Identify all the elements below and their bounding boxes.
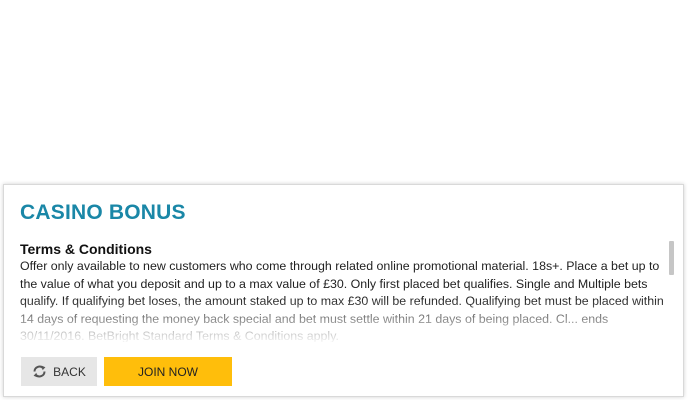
- terms-scrollbar[interactable]: [669, 241, 674, 338]
- casino-bonus-panel: CASINO BONUS Terms & Conditions Offer on…: [3, 184, 684, 397]
- back-button-label: BACK: [53, 364, 86, 379]
- back-button[interactable]: BACK: [21, 357, 97, 386]
- scrollbar-thumb[interactable]: [669, 241, 674, 275]
- terms-heading: Terms & Conditions: [20, 241, 152, 257]
- join-now-button[interactable]: JOIN NOW: [104, 357, 232, 386]
- terms-body: Offer only available to new customers wh…: [20, 259, 664, 342]
- refresh-icon: [32, 365, 47, 378]
- panel-title: CASINO BONUS: [20, 201, 186, 224]
- terms-scroll-area[interactable]: Terms & Conditions Offer only available …: [20, 240, 664, 342]
